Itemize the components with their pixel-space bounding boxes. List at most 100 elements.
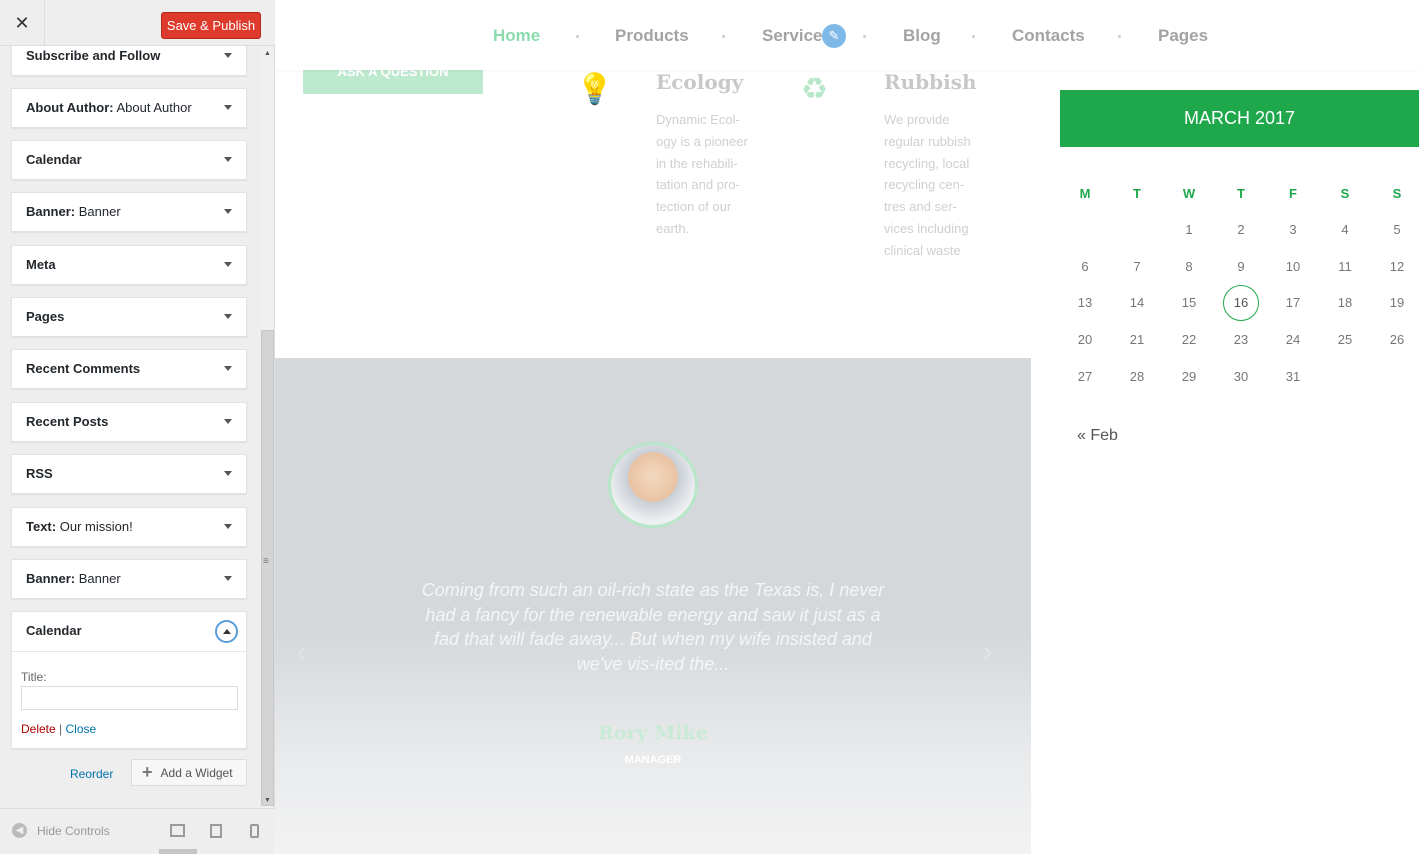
nav-contacts[interactable]: Contacts <box>1012 26 1085 46</box>
expand-arrow-icon[interactable] <box>224 105 232 110</box>
calendar-day: 6 <box>1081 259 1089 274</box>
save-publish-button[interactable]: Save & Publish <box>161 12 261 39</box>
widget-calendar[interactable]: Calendar <box>11 140 247 180</box>
service-text-line: in the rehabili- <box>656 155 738 171</box>
widget-title: Banner: <box>26 571 76 586</box>
widget-text-mission[interactable]: Text: Our mission! <box>11 507 247 547</box>
calendar-day: 12 <box>1389 259 1405 274</box>
service-text-rubbish: We provide regular rubbish recycling, lo… <box>884 109 971 262</box>
site-preview: Home Products Service ✎ Blog Contacts Pa… <box>275 0 1419 854</box>
widget-pages[interactable]: Pages <box>11 297 247 337</box>
widget-title: Recent Posts <box>26 414 109 429</box>
expand-arrow-icon[interactable] <box>224 471 232 476</box>
widget-calendar-expanded: Calendar Title: Delete | Close <box>11 611 247 749</box>
testimonial-author-role: MANAGER <box>624 754 682 766</box>
calendar-weekday-label: S <box>1392 186 1402 201</box>
service-text-line: recycling, local <box>884 155 970 171</box>
customizer-screen: ✕ Save & Publish Subscribe and Follow Ab… <box>0 0 1419 854</box>
pencil-edit-icon[interactable]: ✎ <box>822 24 846 48</box>
tablet-preview-icon[interactable] <box>210 824 222 838</box>
collapse-widget-button[interactable] <box>215 620 238 643</box>
widget-recent-comments[interactable]: Recent Comments <box>11 349 247 389</box>
delete-widget-link[interactable]: Delete <box>21 722 56 736</box>
widget-rss[interactable]: RSS <box>11 454 247 494</box>
calendar-day: 5 <box>1393 222 1401 237</box>
service-text-ecology: Dynamic Ecol- ogy is a pioneer in the re… <box>656 109 748 240</box>
service-text-line: vices including <box>884 220 969 236</box>
expand-arrow-icon[interactable] <box>224 419 232 424</box>
expand-arrow-icon[interactable] <box>224 209 232 214</box>
nav-pages[interactable]: Pages <box>1158 26 1208 46</box>
widget-about-author[interactable]: About Author: About Author <box>11 88 247 128</box>
widget-title: Pages <box>26 309 65 324</box>
widget-title: Recent Comments <box>26 361 141 376</box>
active-device-indicator <box>159 849 197 854</box>
title-field-label: Title: <box>21 670 47 684</box>
expand-arrow-icon[interactable] <box>224 366 232 371</box>
testimonial-avatar <box>608 442 698 528</box>
hide-controls-button[interactable]: ◀ Hide Controls <box>12 823 110 838</box>
scroll-up-icon[interactable]: ▲ <box>264 50 271 57</box>
service-title-rubbish: Rubbish <box>884 70 977 94</box>
expand-arrow-icon[interactable] <box>224 314 232 319</box>
chevron-up-icon <box>222 629 231 634</box>
widget-title: Banner: <box>26 204 76 219</box>
nav-blog[interactable]: Blog <box>903 26 941 46</box>
expand-arrow-icon[interactable] <box>224 576 232 581</box>
nav-service[interactable]: Service <box>762 26 823 46</box>
widget-banner[interactable]: Banner: Banner <box>11 192 247 232</box>
nav-separator-dot <box>576 35 579 38</box>
service-text-line: clinical waste <box>884 242 961 258</box>
close-widget-link[interactable]: Close <box>66 722 97 736</box>
nav-home[interactable]: Home <box>493 26 540 46</box>
close-customizer-button[interactable]: ✕ <box>0 0 45 46</box>
calendar-day: 31 <box>1285 369 1301 384</box>
title-input[interactable] <box>21 686 238 710</box>
scrollbar-thumb[interactable] <box>261 330 274 806</box>
service-text-line: tres and ser- <box>884 199 957 215</box>
chevron-left-icon[interactable]: ‹ <box>297 636 306 668</box>
calendar-day: 7 <box>1133 259 1141 274</box>
calendar-prev-month-link[interactable]: « Feb <box>1077 427 1118 445</box>
widget-meta[interactable]: Meta <box>11 245 247 285</box>
widget-list: Subscribe and Follow About Author: About… <box>0 46 261 796</box>
expand-arrow-icon[interactable] <box>224 53 232 58</box>
calendar-day: 22 <box>1181 332 1197 347</box>
nav-separator-dot <box>972 35 975 38</box>
calendar-day: 9 <box>1237 259 1245 274</box>
widget-subtitle: About Author <box>116 100 192 115</box>
calendar-day: 3 <box>1289 222 1297 237</box>
customizer-sidebar: ✕ Save & Publish Subscribe and Follow Ab… <box>0 0 275 854</box>
expand-arrow-icon[interactable] <box>224 262 232 267</box>
widget-title: Text: <box>26 519 57 534</box>
calendar-day: 25 <box>1337 332 1353 347</box>
add-widget-button[interactable]: + Add a Widget <box>131 759 247 786</box>
widget-banner-2[interactable]: Banner: Banner <box>11 559 247 599</box>
service-text-line: tection of our <box>656 199 732 215</box>
mobile-preview-icon[interactable] <box>250 824 259 838</box>
service-text-line: ogy is a pioneer <box>656 133 748 149</box>
calendar-weekday-label: W <box>1182 186 1196 201</box>
widget-subscribe-follow[interactable]: Subscribe and Follow <box>11 46 247 76</box>
recycle-bin-icon: ♻ <box>801 73 828 106</box>
calendar-day: 2 <box>1237 222 1245 237</box>
reorder-link[interactable]: Reorder <box>70 767 113 781</box>
sidebar-header: ✕ Save & Publish <box>0 0 275 46</box>
sidebar-scrollbar[interactable]: ▲ ≡ ▼ <box>261 46 274 808</box>
actions-separator: | <box>59 722 63 736</box>
expand-arrow-icon[interactable] <box>224 524 232 529</box>
nav-products[interactable]: Products <box>615 26 689 46</box>
desktop-preview-icon[interactable] <box>170 824 185 837</box>
calendar-day: 30 <box>1233 369 1249 384</box>
scroll-down-icon[interactable]: ▼ <box>264 797 271 804</box>
hide-controls-label: Hide Controls <box>37 823 110 838</box>
calendar-day: 1 <box>1185 222 1193 237</box>
widget-recent-posts[interactable]: Recent Posts <box>11 402 247 442</box>
calendar-weekday-label: F <box>1289 186 1297 201</box>
calendar-day: 24 <box>1285 332 1301 347</box>
calendar-weekday-label: T <box>1237 186 1245 201</box>
chevron-right-icon[interactable]: › <box>983 636 992 668</box>
expand-arrow-icon[interactable] <box>224 157 232 162</box>
calendar-day: 13 <box>1077 295 1093 310</box>
widget-header[interactable]: Calendar <box>12 612 246 652</box>
